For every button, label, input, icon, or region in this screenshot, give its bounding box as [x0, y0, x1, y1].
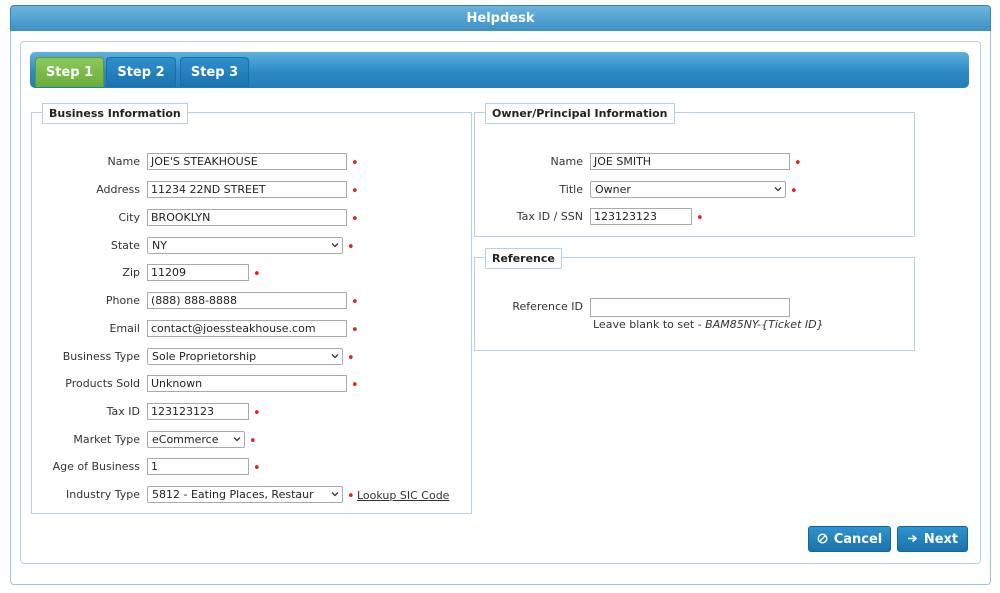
business-type-selected-value: Sole Proprietorship — [152, 350, 257, 363]
required-marker: • — [253, 267, 261, 282]
city-label: City — [118, 211, 140, 224]
business-info-legend: Business Information — [42, 103, 188, 124]
step-tab-bar: Step 1 Step 2 Step 3 — [30, 52, 969, 88]
industry-type-label: Industry Type — [65, 488, 140, 501]
market-type-label: Market Type — [73, 433, 140, 446]
owner-name-input[interactable]: JOE SMITH — [590, 153, 790, 170]
reference-help-prefix: Leave blank to set - — [593, 318, 706, 331]
market-type-select[interactable]: eCommerce — [147, 431, 245, 448]
owner-title-selected-value: Owner — [595, 183, 631, 196]
window-title: Helpdesk — [10, 5, 991, 33]
next-button[interactable]: Next — [897, 526, 968, 552]
industry-type-select[interactable]: 5812 - Eating Places, Restaur — [147, 486, 343, 503]
required-marker: • — [351, 323, 359, 338]
cancel-button[interactable]: Cancel — [808, 526, 891, 552]
email-label: Email — [109, 322, 140, 335]
business-name-label: Name — [107, 155, 140, 168]
tax-id-label: Tax ID — [106, 405, 140, 418]
tab-step-2[interactable]: Step 2 — [106, 57, 176, 87]
required-marker: • — [794, 156, 802, 171]
lookup-sic-code-link[interactable]: Lookup SIC Code — [357, 489, 449, 502]
zip-input[interactable]: 11209 — [147, 264, 249, 281]
owner-name-label: Name — [550, 155, 583, 168]
phone-input[interactable]: (888) 888-8888 — [147, 292, 347, 309]
required-marker: • — [351, 212, 359, 227]
cancel-button-label: Cancel — [833, 532, 883, 547]
address-input[interactable]: 11234 22ND STREET — [147, 181, 347, 198]
required-marker: • — [351, 184, 359, 199]
required-marker: • — [253, 406, 261, 421]
chevron-down-icon — [233, 437, 241, 442]
phone-label: Phone — [105, 294, 140, 307]
tab-step-1[interactable]: Step 1 — [35, 57, 104, 87]
products-sold-label: Products Sold — [65, 377, 140, 390]
required-marker: • — [696, 211, 704, 226]
reference-help-example: BAM85NY-{Ticket ID} — [705, 318, 824, 331]
city-input[interactable]: BROOKLYN — [147, 209, 347, 226]
owner-info-legend: Owner/Principal Information — [485, 103, 675, 124]
state-select[interactable]: NY — [147, 237, 343, 254]
reference-id-input[interactable] — [590, 298, 790, 317]
reference-id-label: Reference ID — [512, 300, 583, 313]
business-info-section — [31, 112, 472, 514]
required-marker: • — [351, 295, 359, 310]
products-sold-input[interactable]: Unknown — [147, 375, 347, 392]
industry-type-selected-value: 5812 - Eating Places, Restaur — [152, 488, 314, 501]
chevron-down-icon — [774, 187, 782, 192]
arrow-right-icon — [907, 534, 918, 543]
chevron-down-icon — [331, 243, 339, 248]
business-type-label: Business Type — [62, 350, 140, 363]
required-marker: • — [249, 434, 257, 449]
market-type-selected-value: eCommerce — [152, 433, 219, 446]
owner-taxid-input[interactable]: 123123123 — [590, 208, 692, 225]
business-type-select[interactable]: Sole Proprietorship — [147, 348, 343, 365]
next-button-label: Next — [923, 532, 959, 547]
tax-id-input[interactable]: 123123123 — [147, 403, 249, 420]
owner-title-label: Title — [559, 183, 583, 196]
required-marker: • — [347, 240, 355, 255]
required-marker: • — [347, 351, 355, 366]
owner-taxid-label: Tax ID / SSN — [516, 210, 583, 223]
tab-step-3[interactable]: Step 3 — [180, 57, 249, 87]
age-of-business-label: Age of Business — [52, 460, 140, 473]
chevron-down-icon — [331, 354, 339, 359]
cancel-circle-icon — [817, 533, 828, 544]
zip-label: Zip — [122, 266, 140, 279]
business-name-input[interactable]: JOE'S STEAKHOUSE — [147, 153, 347, 170]
required-marker: • — [351, 156, 359, 171]
chevron-down-icon — [331, 492, 339, 497]
age-of-business-input[interactable]: 1 — [147, 458, 249, 475]
required-marker: • — [347, 489, 355, 504]
reference-legend: Reference — [485, 248, 562, 269]
address-label: Address — [96, 183, 140, 196]
required-marker: • — [253, 461, 261, 476]
required-marker: • — [351, 378, 359, 393]
required-marker: • — [790, 184, 798, 199]
state-label: State — [110, 239, 140, 252]
email-input[interactable]: contact@joessteakhouse.com — [147, 320, 347, 337]
state-selected-value: NY — [152, 239, 167, 252]
reference-help-text: Leave blank to set - BAM85NY-{Ticket ID} — [593, 318, 824, 331]
owner-title-select[interactable]: Owner — [590, 181, 786, 198]
